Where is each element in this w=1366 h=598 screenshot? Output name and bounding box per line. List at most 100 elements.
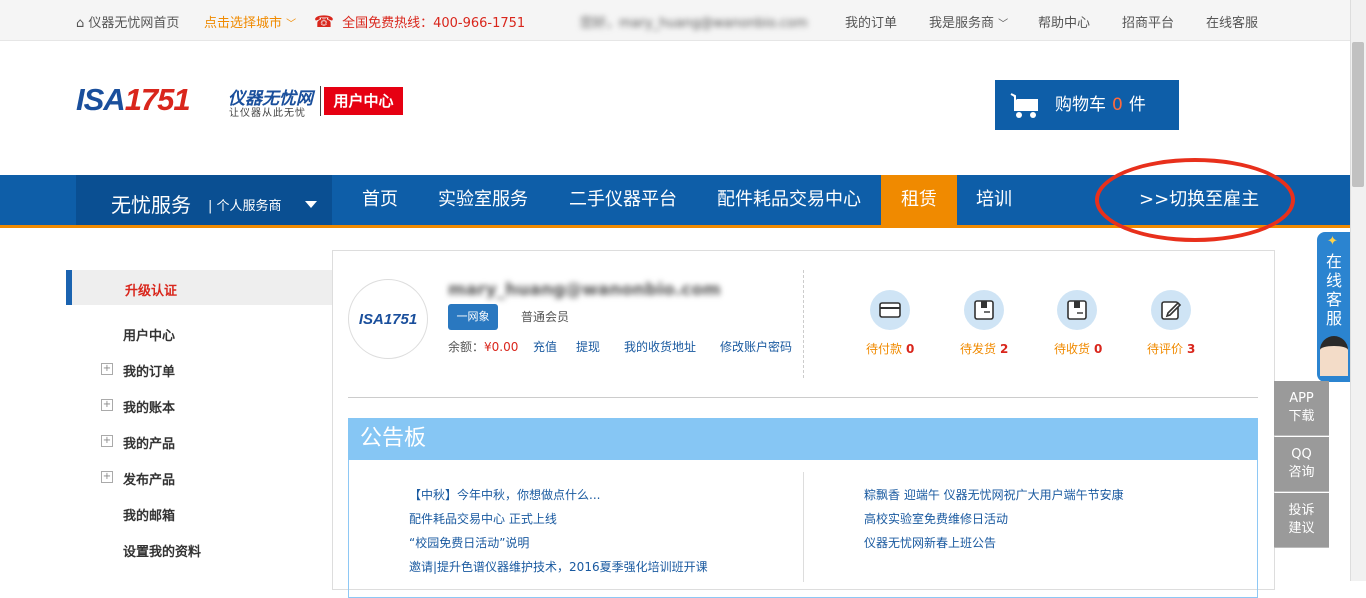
agent-avatar [1320, 336, 1348, 376]
user-email: mary_huang@wanonbio.com [448, 280, 721, 300]
nav-home[interactable]: 首页 [362, 175, 398, 225]
merchants-link[interactable]: 招商平台 [1122, 12, 1174, 31]
address-link[interactable]: 我的收货地址 [624, 338, 696, 355]
nav-lab-service[interactable]: 实验室服务 [438, 175, 528, 225]
order-status-count: 2 [1000, 342, 1009, 356]
app-download-button[interactable]: APP下载 [1274, 381, 1329, 436]
avatar[interactable]: ISA1751 [348, 279, 428, 359]
news-item[interactable]: 邀请|提升色谱仪器维护技术，2016夏季强化培训班开课 [409, 558, 708, 575]
hotline-text: 全国免费热线：400-966-1751 [342, 16, 526, 31]
user-center-badge: 用户中心 [324, 87, 403, 115]
order-status-label: 待评价 [1147, 342, 1184, 356]
sidebar-item-user-center[interactable]: 用户中心 [123, 325, 175, 344]
nav-parts-exchange[interactable]: 配件耗品交易中心 [717, 175, 861, 225]
cart-icon [1010, 93, 1038, 118]
service-dropdown[interactable]: 无忧服务 | 个人服务商 [76, 175, 332, 225]
chevron-down-icon: ﹀ [998, 19, 1009, 30]
member-level: 普通会员 [521, 310, 570, 324]
my-orders-link[interactable]: 我的订单 [845, 12, 897, 31]
card-icon[interactable] [870, 290, 910, 330]
scrollbar-thumb[interactable] [1352, 42, 1364, 187]
edit-icon[interactable] [1151, 290, 1191, 330]
logo-number: 1751 [124, 82, 191, 117]
sidebar-item-orders[interactable]: 我的订单 [123, 361, 175, 380]
cart-count: 0 [1112, 95, 1123, 115]
cart-unit: 件 [1128, 95, 1146, 115]
notice-title: 公告板 [348, 418, 1258, 460]
order-status-count: 3 [1187, 342, 1196, 356]
logo-text: ISA [76, 82, 126, 117]
service-label: 无忧服务 [111, 193, 191, 217]
complaint-label: 投诉建议 [1288, 503, 1315, 536]
pending-receipt[interactable]: 待收货 0 [1054, 340, 1102, 357]
home-label: 仪器无忧网首页 [88, 16, 180, 31]
news-item[interactable]: 高校实验室免费维修日活动 [864, 510, 1008, 527]
news-item[interactable]: 仪器无忧网新春上班公告 [864, 534, 996, 551]
hotline: ☎ 全国免费热线：400-966-1751 [314, 12, 525, 31]
online-service-float[interactable]: ✦ 在线客服 [1317, 232, 1350, 382]
expand-icon[interactable]: + [101, 471, 113, 483]
qq-consult-button[interactable]: QQ咨询 [1274, 437, 1329, 492]
balance-value: ¥0.00 [484, 340, 519, 354]
order-status-count: 0 [1094, 342, 1103, 356]
member-badge: 一网象 [448, 304, 498, 330]
box-icon[interactable] [964, 290, 1004, 330]
top-bar: ⌂ 仪器无忧网首页 点击选择城市 ﹀ ☎ 全国免费热线：400-966-1751… [0, 0, 1366, 41]
order-status-count: 0 [906, 342, 915, 356]
sidebar-item-upgrade[interactable]: 升级认证 [66, 270, 332, 305]
divider [348, 397, 1258, 398]
news-item[interactable]: 配件耗品交易中心 正式上线 [409, 510, 557, 527]
pending-payment[interactable]: 待付款 0 [866, 340, 914, 357]
logo-divider [320, 86, 321, 116]
expand-icon[interactable]: + [101, 435, 113, 447]
news-item[interactable]: “校园免费日活动”说明 [409, 534, 529, 551]
sidebar-item-products[interactable]: 我的产品 [123, 433, 175, 452]
home-link[interactable]: ⌂ 仪器无忧网首页 [76, 12, 179, 31]
order-status-label: 待付款 [866, 342, 903, 356]
recharge-link[interactable]: 充值 [533, 338, 557, 355]
order-status-label: 待收货 [1054, 342, 1091, 356]
expand-icon[interactable]: + [101, 399, 113, 411]
expand-icon[interactable]: + [101, 363, 113, 375]
nav-training[interactable]: 培训 [976, 175, 1012, 225]
divider [803, 472, 804, 582]
sidebar-item-ledger[interactable]: 我的账本 [123, 397, 175, 416]
nav-used-instruments[interactable]: 二手仪器平台 [569, 175, 677, 225]
cart-button[interactable]: 购物车 0 件 [995, 80, 1179, 130]
news-item[interactable]: 【中秋】今年中秋，你想做点什么... [409, 486, 600, 503]
balance-label: 余额： [448, 340, 485, 354]
divider [803, 270, 804, 378]
change-password-link[interactable]: 修改账户密码 [720, 338, 792, 355]
online-service-link[interactable]: 在线客服 [1206, 12, 1258, 31]
home-icon: ⌂ [76, 16, 85, 31]
chevron-down-icon: ﹀ [286, 19, 297, 30]
logo-slogan: 让仪器从此无忧 [229, 108, 306, 119]
provider-label: 我是服务商 [929, 16, 995, 31]
sidebar-item-mailbox[interactable]: 我的邮箱 [123, 505, 175, 524]
city-label: 点击选择城市 [204, 16, 283, 31]
qq-consult-label: QQ咨询 [1288, 447, 1315, 480]
sidebar-item-label: 升级认证 [125, 284, 178, 299]
city-selector[interactable]: 点击选择城市 ﹀ [204, 12, 296, 31]
user-greeting[interactable]: 您好，mary_huang@wanonbio.com [580, 12, 808, 31]
logo[interactable]: ISA1751 [76, 82, 191, 118]
online-service-label: 在线客服 [1325, 252, 1342, 328]
caret-down-icon [305, 201, 317, 208]
sidebar-item-publish[interactable]: 发布产品 [123, 469, 175, 488]
complaint-button[interactable]: 投诉建议 [1274, 493, 1329, 548]
help-link[interactable]: 帮助中心 [1038, 12, 1090, 31]
star-icon: ✦ [1327, 234, 1338, 249]
pending-review[interactable]: 待评价 3 [1147, 340, 1195, 357]
nav-rental[interactable]: 租赁 [881, 175, 957, 225]
app-download-label: APP下载 [1288, 391, 1315, 424]
highlight-ellipse [1095, 158, 1295, 242]
news-item[interactable]: 粽飘香 迎端午 仪器无忧网祝广大用户端午节安康 [864, 486, 1124, 503]
sidebar-item-profile-settings[interactable]: 设置我的资料 [123, 541, 201, 560]
provider-menu[interactable]: 我是服务商 ﹀ [929, 12, 1008, 31]
pending-shipment[interactable]: 待发货 2 [960, 340, 1008, 357]
phone-icon: ☎ [314, 12, 334, 31]
withdraw-link[interactable]: 提现 [576, 338, 600, 355]
balance: 余额：¥0.00 [448, 338, 518, 355]
package-icon[interactable] [1057, 290, 1097, 330]
cart-label: 购物车 [1055, 95, 1106, 115]
